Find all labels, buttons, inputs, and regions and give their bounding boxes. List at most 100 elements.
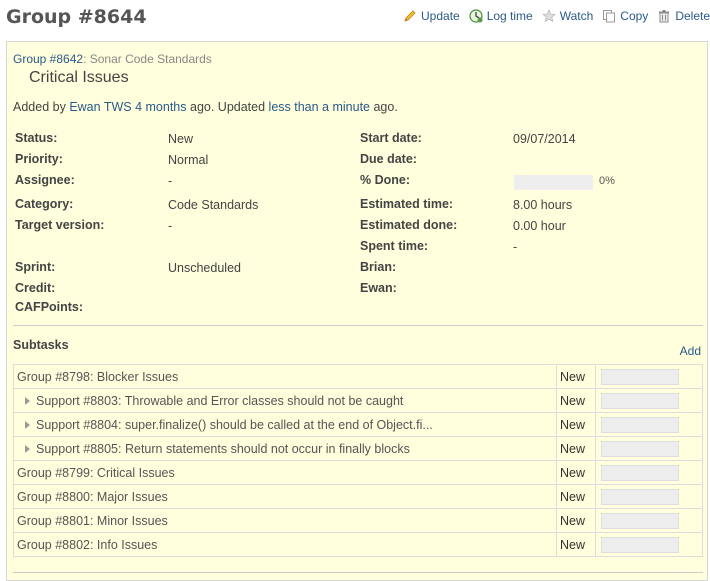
subtask-subject-cell: Support #8803: Throwable and Error class…	[13, 388, 557, 413]
subtask-row: Group #8802: Info Issues New	[13, 532, 703, 557]
status-label: Status:	[15, 131, 58, 145]
subtask-status: New	[556, 508, 596, 533]
priority-value: Normal	[168, 153, 209, 167]
estimated-done-label: Estimated done:	[360, 218, 458, 232]
done-label: % Done:	[360, 173, 410, 187]
sprint-label: Sprint:	[15, 260, 56, 274]
updated-link[interactable]: less than a minute	[269, 100, 370, 114]
category-label: Category:	[15, 197, 74, 211]
subtask-progress-cell	[595, 364, 703, 389]
subtask-subject: : Throwable and Error classes should not…	[118, 393, 404, 408]
brian-label: Brian:	[360, 260, 397, 274]
author-line: Added by Ewan TWS 4 months ago. Updated …	[13, 100, 398, 114]
subtask-row: Support #8805: Return statements should …	[13, 436, 703, 461]
subtask-subject-cell: Group #8798: Blocker Issues	[13, 364, 557, 389]
expand-arrow-icon[interactable]	[25, 396, 30, 405]
copy-icon	[602, 9, 616, 23]
subtask-status: New	[556, 532, 596, 557]
subtask-status: New	[556, 364, 596, 389]
subtask-status: New	[556, 388, 596, 413]
add-subtask-link[interactable]: Add	[680, 344, 701, 358]
subtask-progress-cell	[595, 460, 703, 485]
expand-arrow-icon[interactable]	[25, 444, 30, 453]
sprint-value: Unscheduled	[168, 261, 241, 275]
start-date-label: Start date:	[360, 131, 422, 145]
subtask-subject-cell: Group #8801: Minor Issues	[13, 508, 557, 533]
subtask-progress-cell	[595, 508, 703, 533]
copy-link[interactable]: Copy	[602, 9, 648, 23]
due-date-label: Due date:	[360, 152, 417, 166]
estimated-time-label: Estimated time:	[360, 197, 454, 211]
subtask-subject: : Major Issues	[89, 489, 168, 504]
done-progress-bar	[514, 175, 593, 190]
bottom-divider	[13, 572, 703, 573]
subtask-subject: : Return statements should not occur in …	[118, 441, 410, 456]
assignee-value: -	[168, 174, 173, 188]
subtask-status: New	[556, 460, 596, 485]
created-link[interactable]: 4 months	[135, 100, 186, 114]
contextual-actions: Update Log time Watch Copy Delete	[394, 9, 710, 23]
subtask-link[interactable]: Group #8798	[17, 370, 90, 384]
author-link[interactable]: Ewan TWS	[69, 100, 131, 114]
update-link[interactable]: Update	[403, 9, 460, 23]
subtask-progress-cell	[595, 484, 703, 509]
subtask-subject-cell: Group #8800: Major Issues	[13, 484, 557, 509]
subtask-subject: : Minor Issues	[89, 513, 168, 528]
expand-arrow-icon[interactable]	[25, 420, 30, 429]
subtask-progress-cell	[595, 388, 703, 413]
subtask-progress-bar	[601, 512, 679, 529]
clock-icon	[469, 9, 483, 23]
spent-time-value: -	[513, 240, 518, 254]
subtask-link[interactable]: Support #8805	[36, 442, 118, 456]
subtask-subject-cell: Support #8805: Return statements should …	[13, 436, 557, 461]
subtask-link[interactable]: Group #8802	[17, 538, 90, 552]
estimated-time-value: 8.00 hours	[513, 198, 573, 212]
subtask-progress-cell	[595, 532, 703, 557]
issue-subject: Critical Issues	[29, 69, 129, 86]
subtask-row: Group #8801: Minor Issues New	[13, 508, 703, 533]
added-by-text: Added by	[13, 100, 66, 114]
subtask-subject: : Critical Issues	[89, 465, 175, 480]
subtask-progress-bar	[601, 464, 679, 481]
parent-issue-link[interactable]: Group #8642	[13, 52, 83, 66]
subtask-link[interactable]: Support #8804	[36, 418, 118, 432]
spent-time-label: Spent time:	[360, 239, 429, 253]
pencil-icon	[403, 9, 417, 23]
ago-updated-text: ago. Updated	[190, 100, 266, 114]
subtask-subject: : Info Issues	[89, 537, 158, 552]
credit-label: Credit:	[15, 281, 56, 295]
delete-label: Delete	[675, 9, 710, 23]
subtask-link[interactable]: Group #8799	[17, 466, 90, 480]
subtask-subject-cell: Group #8802: Info Issues	[13, 532, 557, 557]
log-time-link[interactable]: Log time	[469, 9, 533, 23]
estimated-done-value: 0.00 hour	[513, 219, 566, 233]
trash-icon	[657, 9, 671, 23]
subtask-row: Support #8804: super.finalize() should b…	[13, 412, 703, 437]
log-time-label: Log time	[486, 9, 533, 23]
subtask-subject-cell: Support #8804: super.finalize() should b…	[13, 412, 557, 437]
subtask-link[interactable]: Support #8803	[36, 394, 118, 408]
update-label: Update	[421, 9, 460, 23]
star-icon	[542, 9, 556, 23]
subtask-subject: : super.finalize() should be called at t…	[118, 417, 433, 432]
subtask-progress-bar	[601, 392, 679, 409]
subtask-status: New	[556, 484, 596, 509]
subtask-link[interactable]: Group #8800	[17, 490, 90, 504]
subtask-link[interactable]: Group #8801	[17, 514, 90, 528]
assignee-label: Assignee:	[15, 173, 75, 187]
subtask-row: Support #8803: Throwable and Error class…	[13, 388, 703, 413]
done-percent: 0%	[599, 175, 615, 187]
delete-link[interactable]: Delete	[657, 9, 710, 23]
status-value: New	[168, 132, 194, 146]
subtask-progress-bar	[601, 440, 679, 457]
subtask-progress-bar	[601, 488, 679, 505]
subtasks-title: Subtasks	[13, 338, 69, 352]
subtask-status: New	[556, 412, 596, 437]
watch-label: Watch	[559, 9, 594, 23]
watch-link[interactable]: Watch	[542, 9, 594, 23]
subtask-progress-bar	[601, 536, 679, 553]
subtask-progress-cell	[595, 412, 703, 437]
subtask-subject: : Blocker Issues	[89, 369, 179, 384]
target-version-label: Target version:	[15, 218, 105, 232]
subtasks-table: Group #8798: Blocker Issues New Support #8…	[13, 364, 703, 557]
